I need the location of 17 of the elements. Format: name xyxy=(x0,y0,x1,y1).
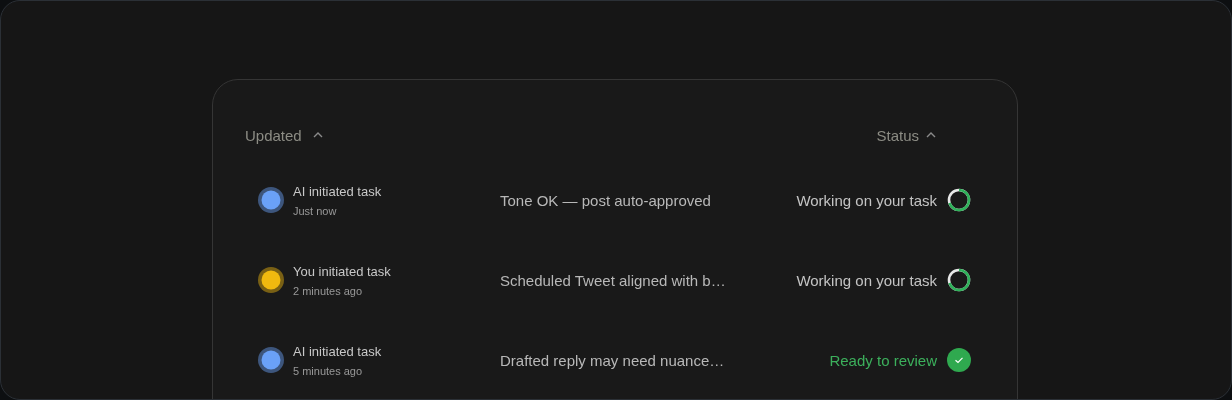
task-summary: Tone OK — post auto-approved xyxy=(500,191,712,209)
task-summary: Scheduled Tweet aligned with b… xyxy=(500,271,727,289)
task-summary: Drafted reply may need nuance… xyxy=(500,351,726,369)
initiator-label: You initiated task xyxy=(293,263,391,279)
status-label: Working on your task xyxy=(796,191,937,209)
timestamp: Just now xyxy=(293,204,338,217)
timestamp: 5 minutes ago xyxy=(293,364,364,377)
column-header[interactable]: Status xyxy=(876,123,937,147)
progress-ring-icon xyxy=(947,188,971,212)
check-icon xyxy=(947,348,971,372)
column-header[interactable]: Updated xyxy=(245,123,324,147)
status-label: Ready to review xyxy=(829,351,937,369)
initiator-label: AI initiated task xyxy=(293,343,382,359)
timestamp: 2 minutes ago xyxy=(293,284,364,297)
initiator-label: AI initiated task xyxy=(293,183,382,199)
status-label: Working on your task xyxy=(796,271,937,289)
progress-ring-icon xyxy=(947,268,971,292)
